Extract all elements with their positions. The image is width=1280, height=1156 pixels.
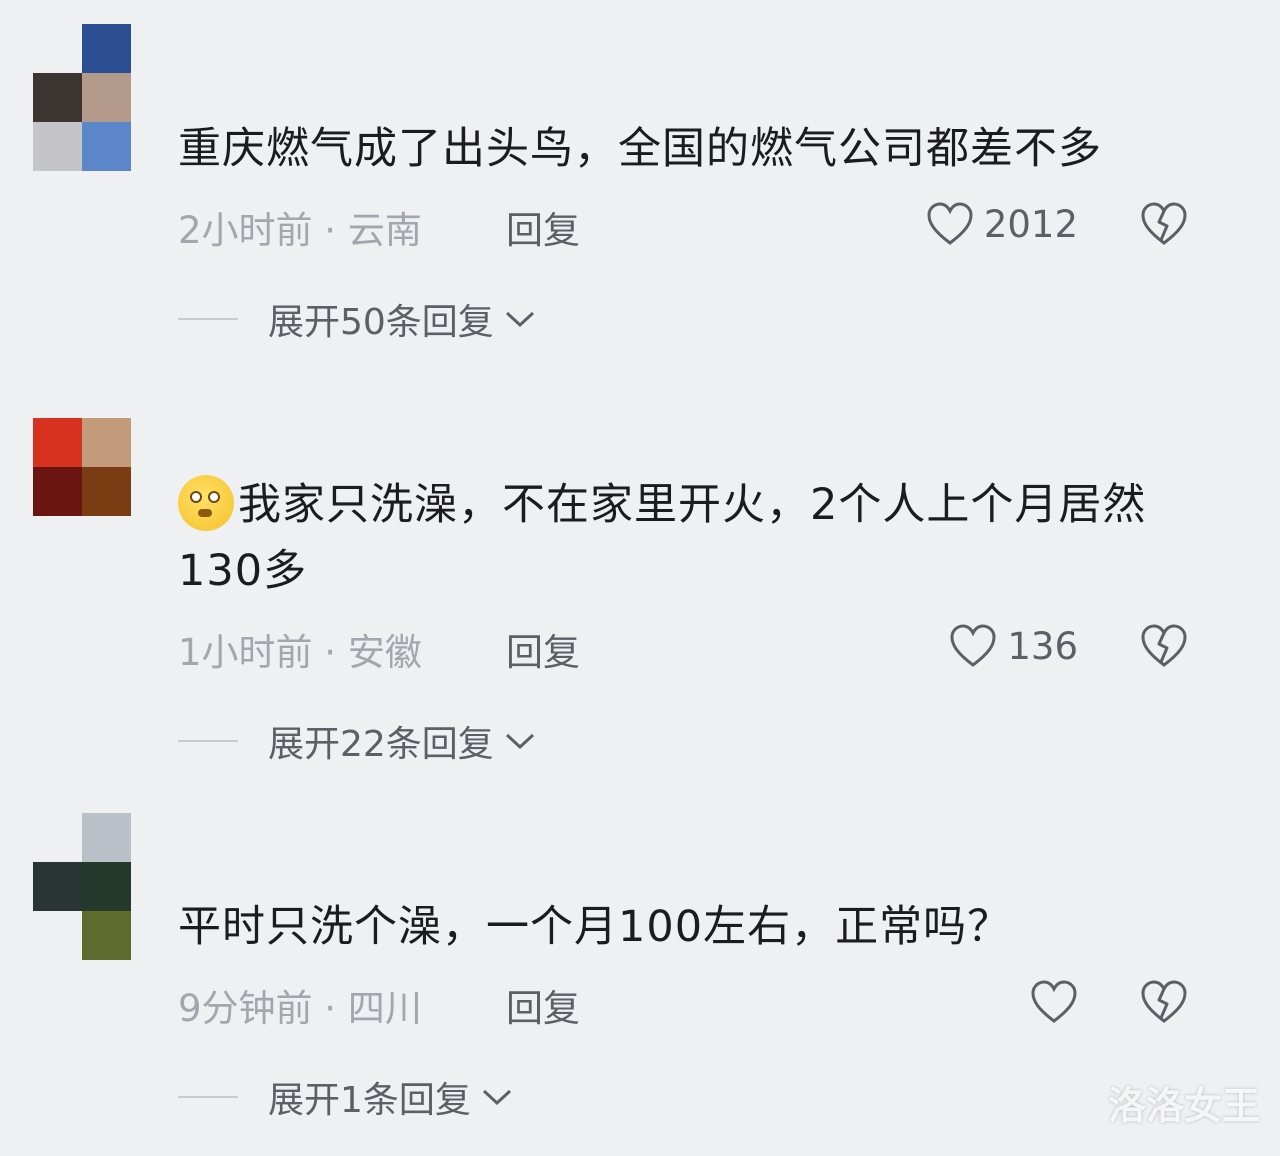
broken-heart-icon[interactable]	[1140, 624, 1188, 668]
comment-text: 平时只洗个澡，一个月100左右，正常吗？	[178, 902, 1012, 952]
divider-line	[178, 740, 238, 742]
like-count: 2012	[983, 202, 1078, 246]
divider-line	[178, 318, 238, 320]
chevron-down-icon	[505, 311, 534, 328]
pleading-face-emoji	[178, 475, 234, 531]
expand-replies-label: 展开50条回复	[268, 302, 494, 343]
comment-time-location: 2小时前 · 云南	[178, 209, 422, 252]
like-button[interactable]: 2012	[926, 202, 1078, 246]
comment-text: 我家只洗澡，不在家里开火，2个人上个月居然130多	[178, 472, 1208, 604]
heart-outline-icon	[1031, 980, 1077, 1023]
reply-button[interactable]: 回复	[506, 622, 580, 676]
comment-meta: 9分钟前 · 四川 回复	[178, 978, 1188, 1030]
chevron-down-icon	[482, 1089, 511, 1106]
heart-outline-icon	[927, 202, 973, 245]
like-button[interactable]: 136	[949, 624, 1078, 668]
expand-replies-button[interactable]: 展开1条回复	[178, 1074, 513, 1121]
avatar[interactable]	[33, 418, 131, 516]
expand-replies-label: 展开22条回复	[268, 724, 494, 765]
expand-replies-label: 展开1条回复	[268, 1080, 471, 1121]
divider-line	[178, 1096, 238, 1098]
comment-text-body: 我家只洗澡，不在家里开火，2个人上个月居然130多	[178, 480, 1147, 596]
avatar[interactable]	[33, 24, 131, 172]
broken-heart-icon[interactable]	[1140, 980, 1188, 1024]
chevron-down-icon	[505, 733, 534, 750]
expand-replies-button[interactable]: 展开22条回复	[178, 718, 536, 765]
comment-meta: 2小时前 · 云南 回复 2012	[178, 200, 1188, 252]
like-button[interactable]	[1030, 980, 1078, 1024]
comment-time-location: 1小时前 · 安徽	[178, 631, 422, 674]
comment-meta: 1小时前 · 安徽 回复 136	[178, 622, 1188, 674]
reply-button[interactable]: 回复	[506, 200, 580, 254]
avatar[interactable]	[33, 813, 131, 961]
comment-time-location: 9分钟前 · 四川	[178, 987, 422, 1030]
like-count: 136	[1007, 624, 1078, 668]
watermark: 洛洛女王	[1107, 1084, 1260, 1128]
reply-button[interactable]: 回复	[506, 978, 580, 1032]
heart-outline-icon	[950, 624, 996, 667]
comment-text: 重庆燃气成了出头鸟，全国的燃气公司都差不多	[178, 124, 1102, 174]
expand-replies-button[interactable]: 展开50条回复	[178, 296, 536, 343]
broken-heart-icon[interactable]	[1140, 202, 1188, 246]
